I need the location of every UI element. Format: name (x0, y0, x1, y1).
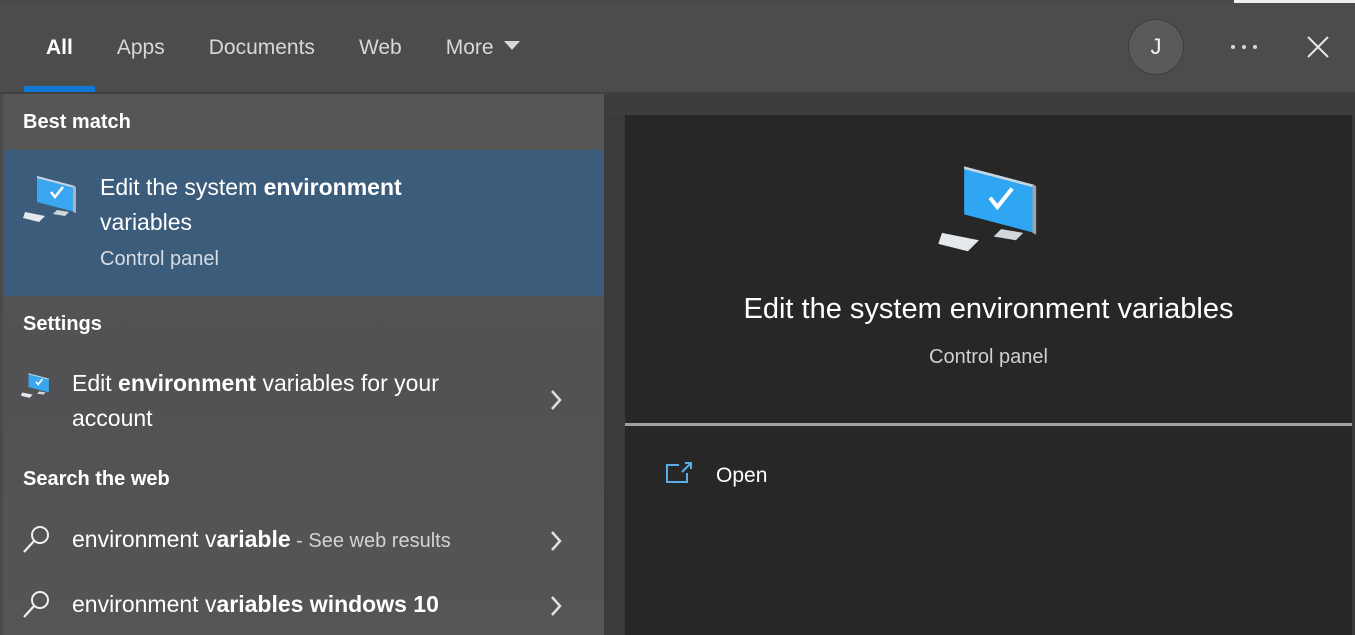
web-result-label: environment variables windows 10 (72, 587, 439, 622)
tab-more[interactable]: More (424, 3, 542, 92)
web-result[interactable]: environment variables windows 10 (3, 584, 604, 628)
settings-text-bold: environment (118, 370, 257, 396)
computer-check-icon (938, 159, 1042, 260)
web-text-pre: environment v (72, 526, 217, 552)
settings-result-label: Edit environment variables for your accou… (72, 366, 439, 436)
tab-apps[interactable]: Apps (95, 3, 187, 92)
chevron-right-icon[interactable] (549, 388, 563, 417)
tab-web-label: Web (358, 35, 402, 59)
search-header: All Apps Documents Web More J (0, 3, 1355, 92)
open-button[interactable]: Open (665, 458, 965, 498)
avatar-initial: J (1150, 34, 1162, 59)
open-label: Open (716, 464, 768, 487)
web-text-pre: environment v (72, 591, 217, 617)
best-match-title: Edit the system environment variables (100, 170, 560, 240)
preview-divider (625, 423, 1352, 426)
tab-all-label: All (46, 35, 73, 59)
search-icon (21, 588, 53, 625)
settings-text-line2: account (72, 405, 153, 431)
ellipsis-icon (1231, 45, 1235, 49)
results-list: Best match Edit the system environment va… (3, 94, 604, 635)
tab-documents[interactable]: Documents (187, 3, 337, 92)
web-result-label: environment variable - See web results (72, 522, 451, 559)
more-options-button[interactable] (1222, 25, 1266, 69)
preview-title: Edit the system environment variables (743, 293, 1234, 325)
section-best-match: Best match (23, 111, 131, 133)
preview-pane: Edit the system environment variables Co… (625, 115, 1352, 635)
best-match-title-regular: Edit the system (100, 174, 264, 200)
caret-down-icon (503, 41, 520, 51)
computer-check-icon (21, 371, 51, 404)
computer-check-icon (23, 172, 79, 229)
search-icon (21, 523, 53, 560)
tab-apps-label: Apps (116, 35, 165, 59)
ellipsis-dot (1253, 45, 1257, 49)
account-avatar[interactable]: J (1128, 19, 1184, 75)
web-text-bold: ariable (216, 526, 291, 552)
tab-all[interactable]: All (24, 3, 95, 92)
open-external-icon (665, 460, 695, 491)
best-match-title-line2: variables (100, 209, 193, 235)
preview-subtitle: Control panel (929, 346, 1048, 368)
settings-text-post: variables for your (256, 370, 439, 396)
settings-text-pre: Edit (72, 370, 119, 396)
best-match-subtitle: Control panel (100, 248, 219, 270)
scope-tabs: All Apps Documents Web More (24, 3, 542, 92)
chevron-right-icon[interactable] (549, 594, 563, 623)
tab-web[interactable]: Web (337, 3, 424, 92)
ellipsis-dot (1242, 45, 1246, 49)
pane-gutter (604, 94, 625, 635)
tab-documents-label: Documents (208, 35, 315, 59)
web-result[interactable]: environment variable - See web results (3, 519, 604, 563)
best-match-title-bold: environment (263, 174, 402, 200)
tab-more-label: More (445, 35, 494, 59)
close-icon (1307, 36, 1329, 58)
preview-top-band (604, 94, 1355, 115)
close-button[interactable] (1296, 25, 1340, 69)
chevron-right-icon[interactable] (549, 529, 563, 558)
web-text-bold: ariables windows 10 (216, 591, 439, 617)
settings-result[interactable]: Edit environment variables for your accou… (3, 366, 604, 441)
best-match-result[interactable]: Edit the system environment variables Con… (3, 150, 604, 296)
section-settings: Settings (23, 313, 102, 335)
section-search-web: Search the web (23, 468, 170, 490)
web-text-suffix: - See web results (290, 530, 451, 552)
